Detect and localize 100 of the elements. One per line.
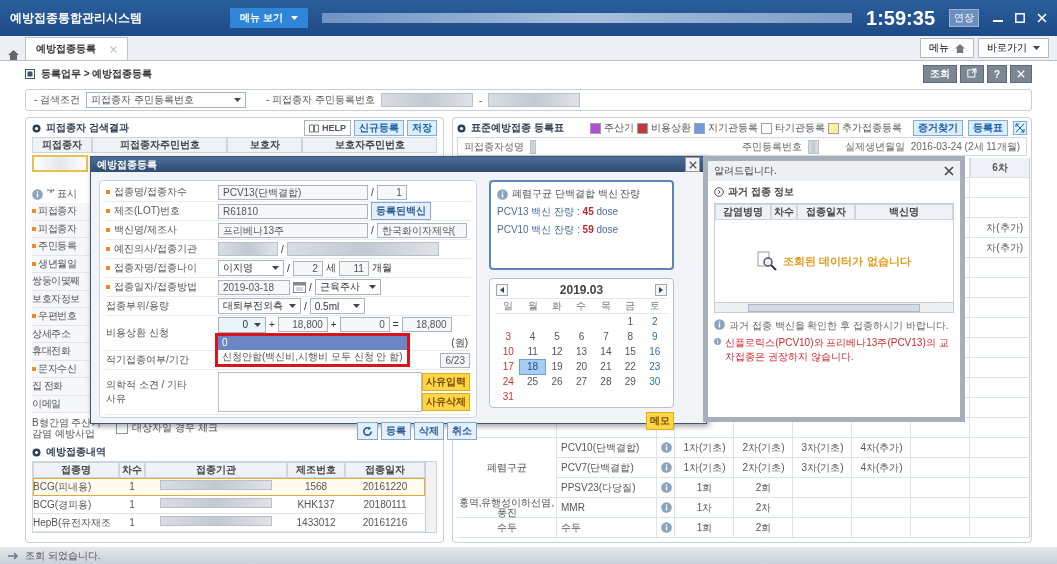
input-field[interactable]: 0	[339, 317, 390, 332]
close-icon[interactable]	[944, 166, 954, 176]
calendar-day[interactable]: 1	[618, 315, 643, 329]
search-condition-dropdown[interactable]: 피접종자 주민등록번호	[86, 92, 247, 108]
column-header: 보호자주민번호	[302, 137, 437, 153]
dialog-button[interactable]: 삭제	[414, 422, 444, 440]
calendar-day[interactable]: 5	[544, 330, 570, 344]
close-button[interactable]	[1010, 65, 1032, 83]
calendar-day[interactable]: 15	[618, 345, 643, 359]
session-clock: 1:59:35	[866, 6, 935, 30]
input-field[interactable]: 11	[338, 260, 369, 276]
dropdown[interactable]: 대퇴부전외측	[218, 298, 301, 314]
search-button[interactable]: 조회	[922, 65, 957, 83]
input-field[interactable]: 2019-03-18	[218, 279, 290, 295]
input-field[interactable]: R61810	[218, 203, 368, 219]
table-row[interactable]: HepB(유전자재조 1 1433012 20161216	[33, 514, 425, 532]
separator-text: -	[479, 94, 483, 106]
table-row[interactable]: BCG(피내용) 1 1568 20161220	[33, 478, 425, 496]
shortcut-button[interactable]: 바로가기	[978, 38, 1049, 58]
input-field[interactable]: PCV13(단백결합)	[218, 184, 368, 200]
refresh-button[interactable]	[357, 422, 378, 440]
calendar-day[interactable]: 22	[618, 360, 643, 374]
reason-button[interactable]: 사유입력	[422, 373, 470, 391]
next-month-button[interactable]	[655, 284, 667, 296]
calendar-day[interactable]: 3	[496, 330, 521, 344]
dialog-button[interactable]: 취소	[447, 422, 477, 440]
calendar-day[interactable]: 11	[520, 345, 545, 359]
calendar-day[interactable]: 31	[496, 390, 521, 404]
panel-button[interactable]: 신규등록	[354, 120, 404, 136]
calendar-day[interactable]: 25	[520, 375, 545, 389]
popup-button[interactable]	[959, 65, 984, 83]
dropdown[interactable]: 근육주사	[314, 279, 381, 295]
blurred-cell[interactable]	[32, 154, 88, 172]
memo-button[interactable]: 메모	[646, 412, 674, 430]
input-field[interactable]: 18,800	[401, 317, 452, 332]
blurred-field[interactable]	[286, 242, 439, 256]
previous-month-button[interactable]	[496, 284, 508, 296]
panel-button[interactable]: 등록표	[968, 120, 1008, 136]
calendar-day[interactable]: 10	[496, 345, 521, 359]
table-cell: KHK137	[287, 496, 345, 514]
table-cell: 1	[119, 478, 145, 496]
input-field[interactable]: 6/23	[440, 352, 470, 368]
info-icon	[32, 188, 43, 200]
panel-button[interactable]: 저장	[407, 120, 437, 136]
page-tab[interactable]: 예방접종등록	[25, 37, 128, 60]
dialog-button[interactable]: 등록	[381, 422, 411, 440]
calendar-day[interactable]: 20	[569, 360, 594, 374]
panel-button[interactable]: 증거찾기	[913, 120, 963, 136]
expand-icon[interactable]	[1013, 121, 1027, 135]
calendar-day[interactable]: 7	[593, 330, 619, 344]
reason-button[interactable]: 사유삭제	[422, 393, 470, 411]
blurred-field[interactable]	[381, 93, 473, 107]
input-field[interactable]: 한국화이자제약(	[376, 222, 467, 238]
input-field[interactable]: 1	[376, 184, 407, 200]
calendar-day[interactable]: 9	[642, 330, 667, 344]
calendar-day[interactable]: 2	[642, 315, 667, 329]
scrollbar-thumb[interactable]	[748, 303, 920, 312]
input-field[interactable]: 18,800	[277, 317, 328, 332]
horizontal-scrollbar[interactable]	[715, 302, 953, 312]
calendar-day[interactable]: 16	[642, 345, 667, 359]
weekday-label: 월	[520, 299, 545, 314]
input-field[interactable]: 2	[292, 260, 323, 276]
calendar-day[interactable]: 8	[618, 330, 643, 344]
table-cell: 1	[119, 496, 145, 514]
calendar-day[interactable]: 12	[544, 345, 570, 359]
calendar-icon[interactable]	[293, 281, 306, 293]
dropdown[interactable]: 0.5ml	[309, 298, 365, 314]
dropdown-option[interactable]: 0	[218, 335, 407, 350]
table-row[interactable]: BCG(경피용) 1 KHK137 20180111	[33, 496, 425, 514]
input-field[interactable]: 프리베나13주	[218, 222, 368, 238]
calendar-day[interactable]: 14	[593, 345, 619, 359]
calendar-day[interactable]: 24	[496, 375, 521, 389]
dropdown-option[interactable]: 신청안함(백신비,시행비 모두 신청 안 함)	[218, 349, 407, 364]
calendar-day[interactable]: 6	[569, 330, 594, 344]
info-label: 피접종자성명	[464, 139, 524, 154]
registered-vaccine-button[interactable]: 등록된백신	[371, 202, 431, 220]
calendar-day[interactable]: 19	[544, 360, 570, 374]
help-button[interactable]: HELP	[304, 120, 351, 136]
calendar-day[interactable]: 18	[520, 360, 545, 374]
calendar-day[interactable]: 21	[593, 360, 619, 374]
calendar-day[interactable]: 28	[593, 375, 619, 389]
calendar-day[interactable]: 27	[569, 375, 594, 389]
table-cell-text: 4차(추가)	[859, 460, 904, 475]
dropdown[interactable]: 0	[218, 316, 266, 333]
calendar-day[interactable]: 23	[642, 360, 667, 374]
calendar-day[interactable]: 30	[642, 375, 667, 389]
calendar-day[interactable]: 29	[618, 375, 643, 389]
menu-button[interactable]: 메뉴 보기	[230, 8, 308, 28]
blurred-field[interactable]	[488, 93, 581, 107]
calendar-day[interactable]: 17	[496, 360, 521, 374]
calendar-day[interactable]: 4	[520, 330, 545, 344]
table-cell-text: 2회	[754, 520, 773, 535]
calendar-day[interactable]: 26	[544, 375, 570, 389]
dropdown[interactable]: 이지영	[218, 260, 284, 276]
help-button[interactable]: ?	[986, 65, 1007, 83]
arrow-circle-icon	[714, 187, 724, 197]
home-icon[interactable]	[8, 50, 19, 60]
calendar-day[interactable]: 13	[569, 345, 594, 359]
menu-button[interactable]: 메뉴	[920, 38, 974, 58]
maximize-icon[interactable]	[1015, 13, 1025, 23]
